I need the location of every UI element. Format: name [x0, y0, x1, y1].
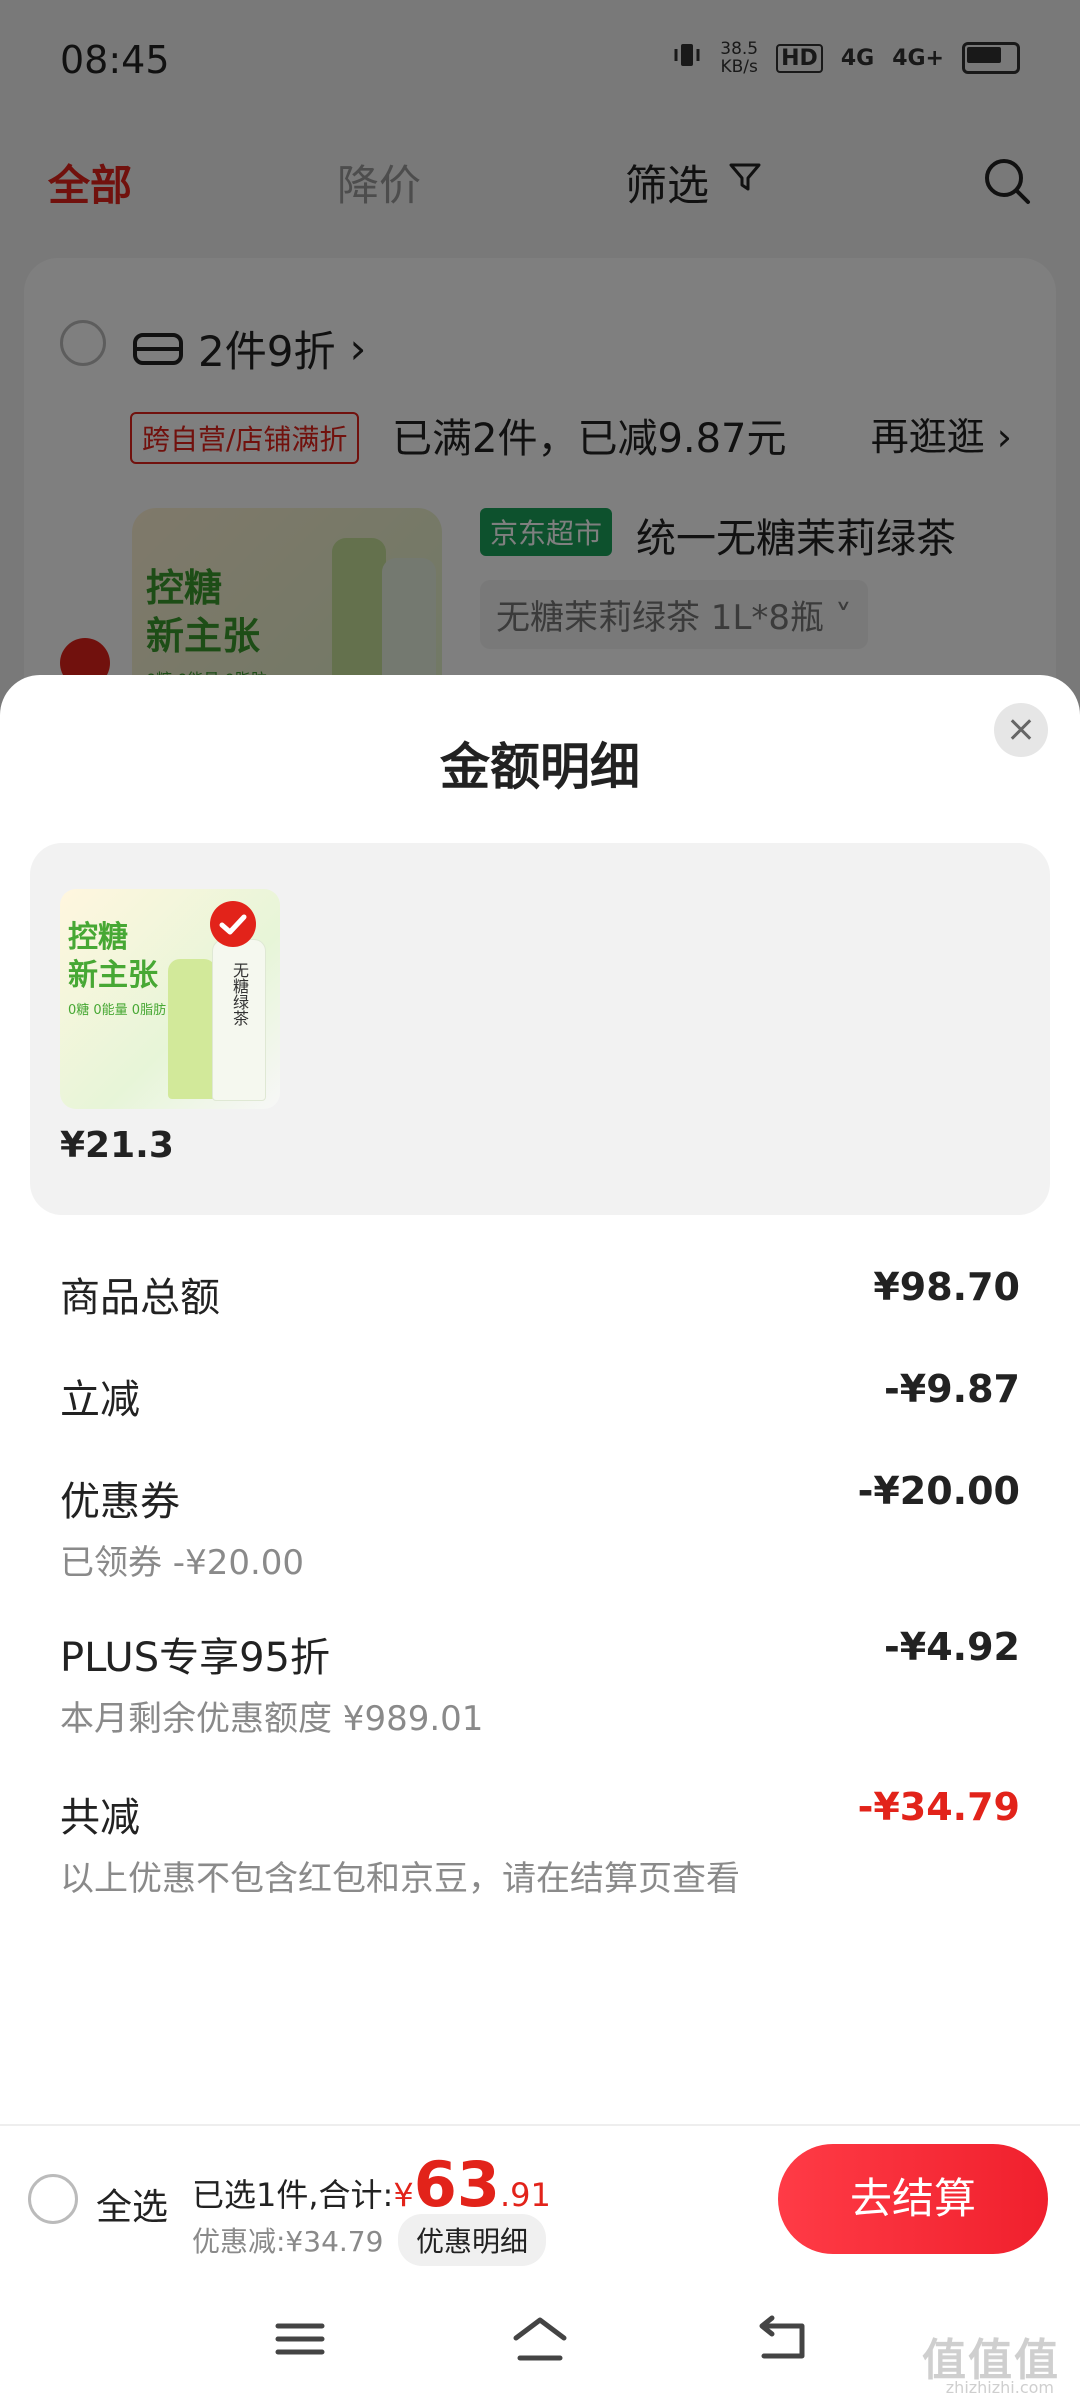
selected-count-text: 已选1件,合计:	[192, 2176, 394, 2214]
settlement-bar: 全选 已选1件,合计:¥63.91 优惠减:¥34.79 优惠明细 去结算	[0, 2124, 1080, 2276]
goods-slogan-2: 新主张	[68, 958, 158, 993]
total-summary: 已选1件,合计:¥63.91	[192, 2148, 551, 2221]
total-discount-label: 共减	[60, 1795, 140, 1841]
watermark-url: zhizhizhi.com	[945, 2378, 1054, 2397]
checked-badge-icon	[210, 901, 256, 947]
discount-summary: 优惠减:¥34.79	[192, 2225, 384, 2258]
coupon-sub: 已领券 -¥20.00	[60, 1543, 305, 1583]
close-icon[interactable]	[994, 703, 1048, 757]
subtotal-label: 商品总额	[60, 1275, 220, 1321]
instant-discount-value: -¥9.87	[884, 1367, 1020, 1411]
coupon-value: -¥20.00	[857, 1469, 1020, 1513]
goods-image: 控糖 新主张 0糖 0能量 0脂肪 无糖绿茶	[60, 889, 280, 1109]
select-all-radio[interactable]	[28, 2174, 78, 2224]
total-discount-note: 以上优惠不包含红包和京豆，请在结算页查看	[60, 1859, 740, 1899]
plus-remaining-quota: 本月剩余优惠额度 ¥989.01	[60, 1699, 484, 1739]
goods-slogan: 控糖 新主张	[68, 919, 158, 995]
subtotal-value: ¥98.70	[873, 1265, 1020, 1309]
sheet-title: 金额明细	[440, 738, 640, 796]
goods-bottle-1	[168, 959, 216, 1099]
plus-discount-label: PLUS专享95折	[60, 1635, 330, 1681]
goods-price: ¥21.3	[60, 1125, 174, 1166]
menu-icon[interactable]	[270, 2314, 330, 2364]
total-integer: 63	[413, 2148, 500, 2221]
total-decimal: .91	[499, 2176, 551, 2214]
back-icon[interactable]	[752, 2314, 812, 2364]
goods-bottle-label: 无糖绿茶	[230, 962, 249, 1026]
goods-slogan-1: 控糖	[68, 920, 128, 955]
instant-discount-label: 立减	[60, 1377, 140, 1423]
discount-detail-button[interactable]: 优惠明细	[398, 2214, 547, 2266]
total-discount-value: -¥34.79	[857, 1785, 1020, 1829]
checkout-button[interactable]: 去结算	[778, 2144, 1048, 2254]
plus-discount-value: -¥4.92	[884, 1625, 1020, 1669]
total-currency: ¥	[393, 2176, 414, 2214]
home-icon[interactable]	[510, 2314, 570, 2364]
goods-bottle-2: 无糖绿茶	[212, 939, 266, 1101]
goods-slogan-3: 0糖 0能量 0脂肪	[68, 1003, 167, 1018]
coupon-label: 优惠券	[60, 1479, 180, 1525]
select-all-label[interactable]: 全选	[96, 2178, 168, 2230]
system-nav-bar: 值值值 zhizhizhi.com	[0, 2274, 1080, 2400]
goods-box: 控糖 新主张 0糖 0能量 0脂肪 无糖绿茶 ¥21.3	[30, 843, 1050, 1215]
